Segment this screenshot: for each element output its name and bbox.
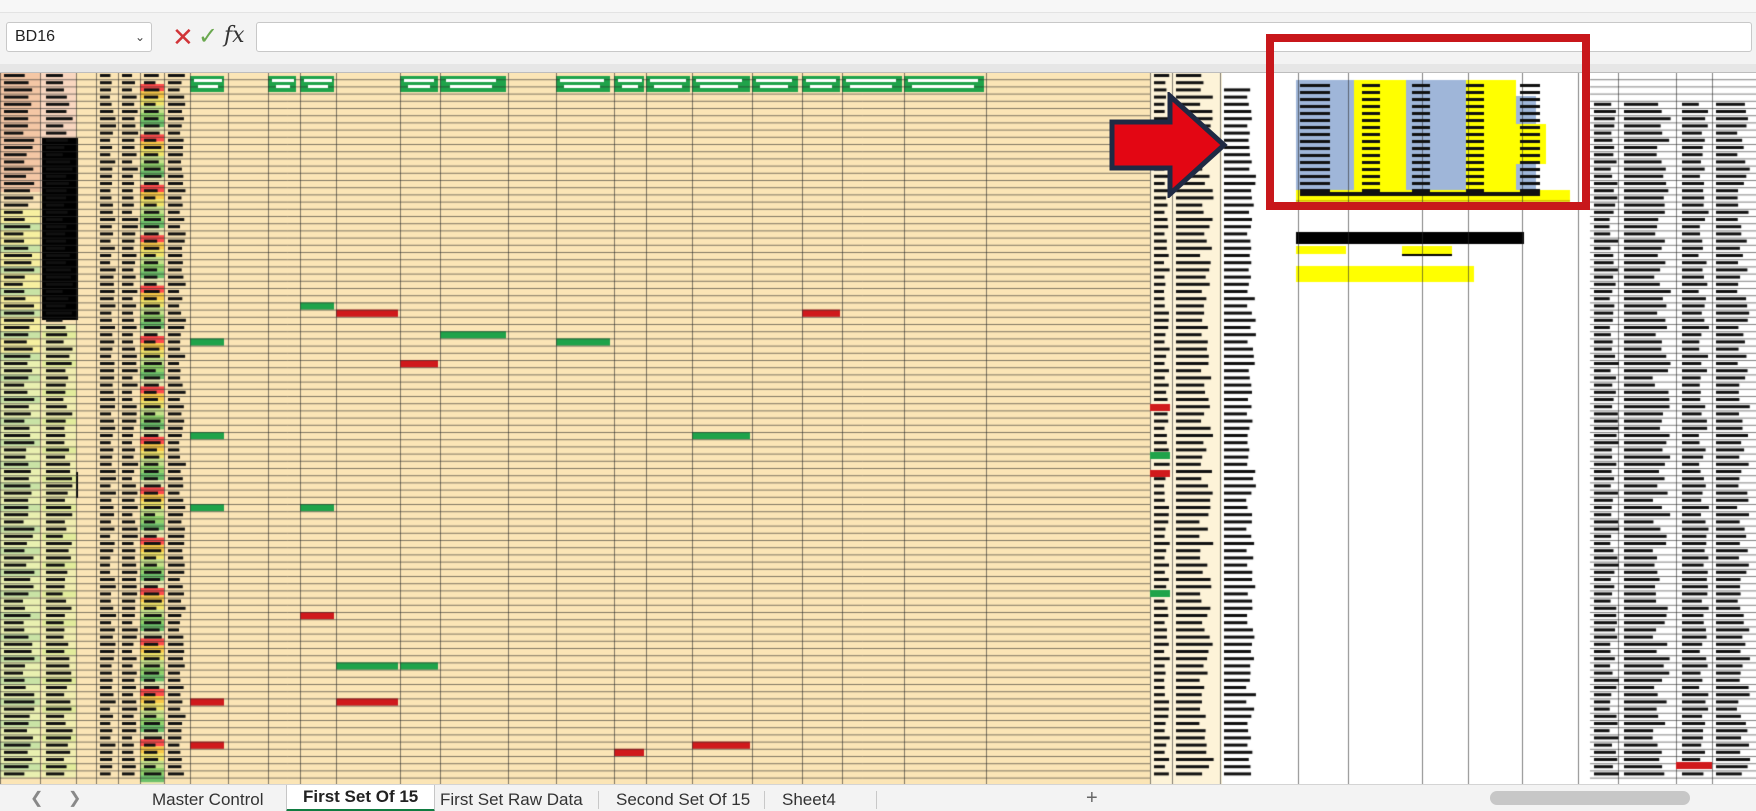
tab-scroll-left-icon[interactable]: ❮ bbox=[30, 788, 43, 808]
checkmark-icon[interactable]: ✓ bbox=[198, 22, 218, 51]
name-box-value: BD16 bbox=[15, 28, 56, 45]
chevron-down-icon[interactable]: ⌄ bbox=[135, 23, 145, 51]
tab-sheet4[interactable]: Sheet4 bbox=[766, 785, 852, 811]
name-box[interactable]: BD16 ⌄ bbox=[6, 22, 152, 52]
formula-actions: ✕ ✓ fx bbox=[158, 20, 250, 54]
horizontal-scrollbar[interactable] bbox=[1490, 791, 1690, 805]
insert-function-button[interactable]: fx bbox=[224, 23, 245, 48]
add-sheet-icon[interactable]: + bbox=[1086, 787, 1098, 810]
sheet-tab-bar: ❮ ❯ Master Control First Set Of 15 First… bbox=[0, 784, 1756, 811]
tab-first-set-raw-data[interactable]: First Set Raw Data bbox=[424, 785, 599, 811]
highlight-box bbox=[1266, 34, 1590, 210]
tab-divider bbox=[876, 791, 877, 809]
tab-master-control[interactable]: Master Control bbox=[136, 785, 279, 811]
ribbon-edge bbox=[0, 0, 1756, 13]
tab-second-set-of-15[interactable]: Second Set Of 15 bbox=[600, 785, 766, 811]
tab-divider bbox=[764, 791, 765, 809]
tab-scroll-right-icon[interactable]: ❯ bbox=[68, 788, 81, 808]
pointer-arrow-icon bbox=[1109, 92, 1228, 198]
tab-label: First Set Of 15 bbox=[303, 787, 419, 806]
tab-divider bbox=[598, 791, 599, 809]
tab-first-set-of-15[interactable]: First Set Of 15 bbox=[286, 785, 436, 811]
cancel-x-icon[interactable]: ✕ bbox=[172, 22, 194, 53]
